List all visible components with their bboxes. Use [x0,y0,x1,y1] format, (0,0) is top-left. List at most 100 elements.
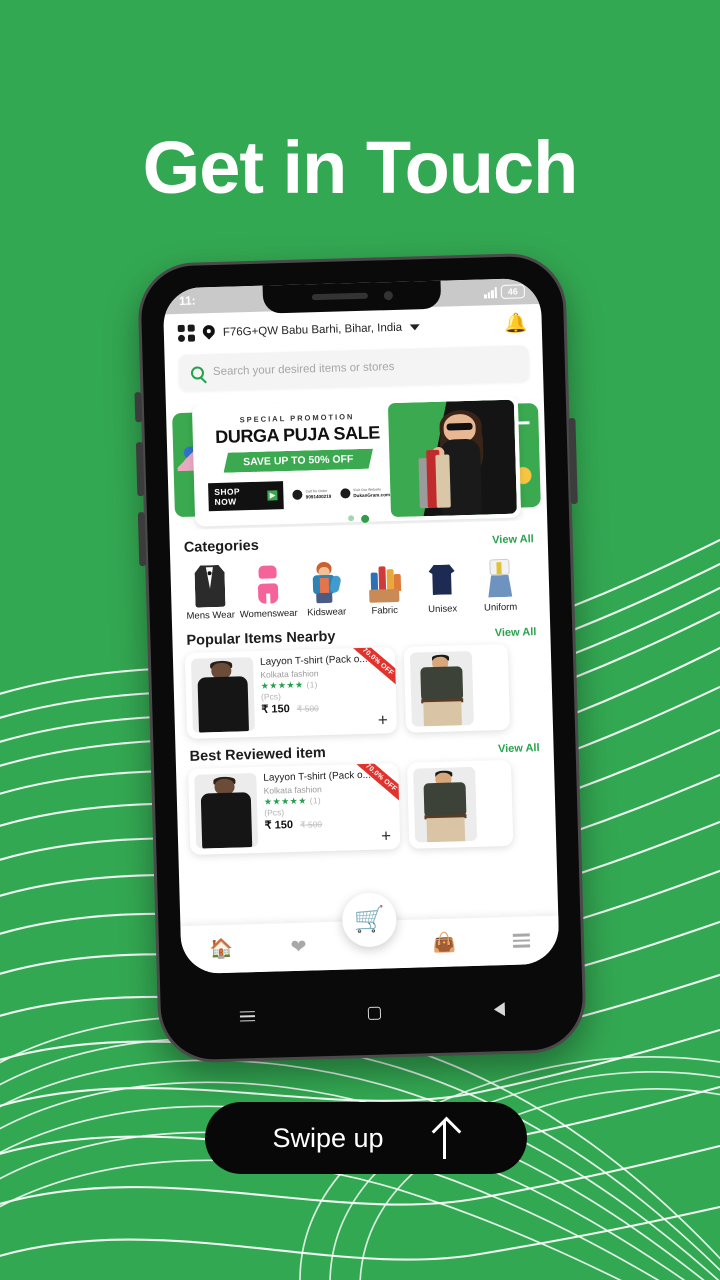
star-icons: ★★★★★ [260,679,304,691]
banner-green-shape [387,400,517,517]
chevron-down-icon[interactable] [410,323,421,331]
banner-image [387,395,522,522]
price-current: ₹ 150 [264,818,294,832]
banner-model-photo [423,409,504,516]
category-label: Womenswear [239,607,298,621]
banner-content: SPECIAL PROMOTION DURGA PUJA SALE SAVE U… [192,399,391,526]
star-icons: ★★★★★ [263,795,307,807]
product-card[interactable] [403,643,511,733]
search-input[interactable]: Search your desired items or stores [178,345,530,391]
category-label: Kidswear [307,606,347,619]
product-card[interactable]: Layyon T-shirt (Pack o... Kolkata fashio… [184,647,398,739]
carousel-dot-active[interactable] [360,514,369,523]
categories-list[interactable]: Mens Wear Womenswear Kidswear Fabric Uni… [170,550,550,623]
status-icons: 46 [483,284,526,299]
section-title: Best Reviewed item [189,744,327,765]
banner-web-url: DukanGram.com [353,491,391,498]
product-card[interactable] [406,759,514,849]
promo-banner[interactable]: SPECIAL PROMOTION DURGA PUJA SALE SAVE U… [191,395,522,527]
product-image [413,766,478,843]
notch [262,278,442,314]
search-icon [190,365,205,380]
swipe-up-label: Swipe up [272,1122,384,1153]
location-label[interactable]: F76G+QW Babu Barhi, Bihar, India [223,321,403,338]
dress-icon [252,563,283,606]
phone-button-mute [134,392,143,423]
arrow-up-icon [430,1117,460,1159]
product-image [194,772,259,849]
android-nav-bar[interactable] [182,980,561,1047]
suit-icon [194,565,225,608]
back-triangle-icon[interactable] [493,1002,505,1017]
category-label: Fabric [371,604,399,617]
front-camera [383,290,393,300]
product-price: ₹ 150 ₹ 500 [264,815,393,832]
bag-icon[interactable]: 👜 [432,932,456,954]
menu-icon[interactable] [513,933,531,948]
add-to-cart-button[interactable]: + [381,826,391,845]
location-pin-icon [203,324,215,340]
phone-button-volume-up [135,442,145,497]
school-uniform-icon [484,557,515,600]
product-card[interactable]: Layyon T-shirt (Pack o... Kolkata fashio… [188,762,401,855]
heart-icon[interactable]: ❤ [290,936,307,957]
product-image [409,650,474,727]
popular-view-all[interactable]: View All [495,626,537,639]
best-reviewed-view-all[interactable]: View All [498,742,540,755]
category-item-mens-wear[interactable]: Mens Wear [180,558,240,623]
phone-screen: 11: 46 F76G+QW Babu Barhi, Bihar, India … [162,277,560,975]
phone-icon [292,489,303,500]
shopping-bags [418,446,456,508]
price-original: ₹ 500 [299,819,323,830]
phone-button-volume-down [137,512,147,567]
grid-icon[interactable] [177,324,196,343]
tshirt-icon [426,558,457,601]
category-label: Uniform [483,601,518,614]
status-time: 11: [178,293,196,308]
rating-count: (1) [306,680,318,690]
banner-subtitle: SAVE UP TO 50% OFF [223,449,373,473]
fabric-rolls-icon [366,560,402,603]
home-icon[interactable]: 🏠 [209,938,233,960]
categories-view-all[interactable]: View All [492,533,534,546]
popular-items-list[interactable]: Layyon T-shirt (Pack o... Kolkata fashio… [173,643,553,740]
arrow-right-icon: ▶ [267,490,278,501]
section-title: Popular Items Nearby [186,628,336,649]
category-item-fabric[interactable]: Fabric [354,554,414,619]
category-item-uniform[interactable]: Uniform [470,550,530,615]
product-image [190,656,255,733]
earpiece-speaker [311,292,368,301]
globe-icon [340,488,351,499]
price-original: ₹ 500 [296,703,319,714]
category-label: Unisex [427,603,458,616]
category-item-kidswear[interactable]: Kidswear [296,555,356,620]
home-square-icon[interactable] [367,1006,381,1020]
banner-phone-contact: Call for Order 9091400219 [292,489,332,500]
phone-button-power [568,417,578,505]
promo-carousel[interactable]: SPECIAL PROMOTION DURGA PUJA SALE SAVE U… [166,395,547,531]
recents-icon[interactable] [239,1010,255,1022]
signal-icon [483,286,497,298]
banner-footer: SHOP NOW ▶ Call for Order 9091400219 Vis… [208,478,391,512]
phone-mockup: 11: 46 F76G+QW Babu Barhi, Bihar, India … [134,252,588,1064]
banner-title: DURGA PUJA SALE [214,422,381,448]
page-title: Get in Touch [142,126,579,209]
category-item-womenswear[interactable]: Womenswear [238,557,298,622]
swipe-up-button[interactable]: Swipe up [205,1102,527,1174]
shop-now-label: SHOP NOW [214,486,240,508]
price-current: ₹ 150 [261,702,290,716]
bell-icon[interactable]: 🔔 [504,313,528,335]
banner-web-contact: Visit Our Website DukanGram.com [340,487,391,499]
category-item-unisex[interactable]: Unisex [412,552,472,617]
section-title: Categories [183,537,260,556]
carousel-dot[interactable] [347,515,354,522]
shop-now-button[interactable]: SHOP NOW ▶ [208,481,285,512]
add-to-cart-button[interactable]: + [378,710,388,729]
banner-phone-number: 9091400219 [305,493,332,500]
rating-count: (1) [309,796,322,806]
kid-icon [308,561,343,605]
category-label: Mens Wear [186,609,236,622]
battery-indicator: 46 [500,284,526,299]
best-reviewed-list[interactable]: Layyon T-shirt (Pack o... Kolkata fashio… [176,759,556,856]
search-placeholder: Search your desired items or stores [212,360,395,379]
